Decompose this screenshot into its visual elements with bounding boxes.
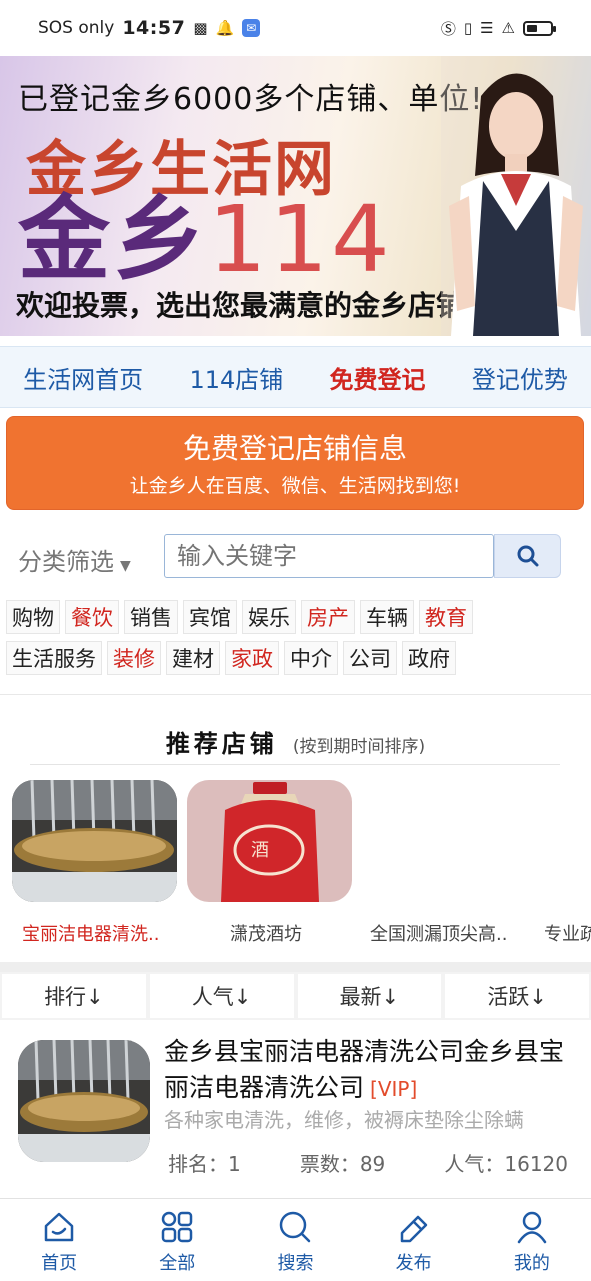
battery-icon [523, 20, 556, 36]
category-real-estate[interactable]: 房产 [301, 600, 355, 634]
nav-home-link[interactable]: 生活网首页 [23, 360, 143, 395]
search-bar: 分类筛选 ▼ [0, 534, 591, 580]
shop-stats: 排名：1 票数：89 人气：16120 [168, 1148, 568, 1177]
nav-shops-link[interactable]: 114店铺 [189, 360, 283, 395]
banner-slogan: 欢迎投票，选出您最满意的金乡店铺! [16, 289, 477, 322]
divider [30, 764, 560, 765]
category-life-services[interactable]: 生活服务 [6, 641, 102, 675]
divider [0, 694, 591, 695]
message-icon: ✉ [242, 19, 261, 37]
edit-icon [400, 1215, 427, 1243]
recommended-shop-name[interactable]: 全国测漏顶尖高.. [370, 920, 507, 946]
user-icon [517, 1211, 547, 1244]
banner-headline: 已登记金乡6000多个店铺、单位! [18, 82, 484, 117]
category-filter-dropdown[interactable]: 分类筛选 ▼ [18, 542, 131, 577]
search-button[interactable] [494, 534, 561, 578]
recommended-title: 推荐店铺 [165, 730, 278, 758]
nav-advantages-link[interactable]: 登记优势 [472, 360, 568, 395]
category-hotel[interactable]: 宾馆 [183, 600, 237, 634]
sort-popularity-tab[interactable]: 人气↓ [149, 974, 294, 1018]
shop-title[interactable]: 金乡县宝丽洁电器清洗公司金乡县宝丽洁电器清洗公司 [VIP] [164, 1034, 574, 1107]
recommended-shop-name[interactable]: 专业疏 [544, 920, 591, 946]
recommended-header: 推荐店铺 (按到期时间排序) [0, 724, 591, 759]
register-title: 免费登记店铺信息 [182, 432, 407, 465]
section-gap [0, 962, 591, 972]
vip-badge: [VIP] [370, 1077, 418, 1101]
grid-icon [162, 1211, 193, 1243]
tab-home[interactable]: 首页 [14, 1199, 104, 1281]
top-nav: 生活网首页 114店铺 免费登记 登记优势 [0, 346, 591, 408]
search-icon [280, 1211, 311, 1243]
banner-model-image [441, 56, 591, 336]
home-icon [44, 1212, 74, 1242]
category-renovation[interactable]: 装修 [107, 641, 161, 675]
category-building-materials[interactable]: 建材 [166, 641, 220, 675]
shop-thumbnail [18, 1040, 150, 1162]
category-shopping[interactable]: 购物 [6, 600, 60, 634]
sort-tabs: 排行↓ 人气↓ 最新↓ 活跃↓ [0, 972, 591, 1020]
alert-icon: ⚠ [501, 19, 515, 37]
shop-description: 各种家电清洗，维修，被褥床垫除尘除螨 [164, 1108, 524, 1132]
sort-rank-tab[interactable]: 排行↓ [2, 974, 146, 1018]
search-icon [517, 545, 538, 567]
shop-image: 酒 [187, 780, 352, 902]
search-input[interactable] [164, 534, 494, 578]
nav-free-register-link[interactable]: 免费登记 [330, 360, 426, 395]
category-dining[interactable]: 餐饮 [65, 600, 119, 634]
shop-votes: 票数：89 [299, 1152, 386, 1176]
shop-list-item[interactable]: 金乡县宝丽洁电器清洗公司金乡县宝丽洁电器清洗公司 [VIP] 各种家电清洗，维修，… [0, 1028, 591, 1198]
bottom-tab-bar: 首页 全部 搜索 发布 我的 [0, 1198, 591, 1281]
sort-active-tab[interactable]: 活跃↓ [445, 974, 589, 1018]
shop-image [12, 780, 177, 902]
carrier-text: SOS only [38, 18, 115, 38]
recommended-shop-card[interactable] [12, 780, 177, 902]
game-icon: ▩ [193, 19, 208, 37]
tab-mine[interactable]: 我的 [487, 1199, 577, 1281]
category-housekeeping[interactable]: 家政 [225, 641, 279, 675]
clock: 14:57 [122, 17, 186, 39]
register-subtitle: 让金乡人在百度、微信、生活网找到您! [129, 475, 461, 497]
tab-search[interactable]: 搜索 [250, 1199, 340, 1281]
recommended-shop-name[interactable]: 宝丽洁电器清洗.. [22, 920, 159, 946]
sort-newest-tab[interactable]: 最新↓ [297, 974, 442, 1018]
category-agency[interactable]: 中介 [284, 641, 338, 675]
tab-all[interactable]: 全部 [132, 1199, 222, 1281]
banner-brand: 金乡114 [18, 186, 393, 293]
category-company[interactable]: 公司 [343, 641, 397, 675]
bell-icon: 🔔 [215, 19, 235, 37]
caret-down-icon: ▼ [120, 558, 131, 574]
category-vehicles[interactable]: 车辆 [360, 600, 414, 634]
category-sales[interactable]: 销售 [124, 600, 178, 634]
category-government[interactable]: 政府 [402, 641, 456, 675]
recommended-subtitle: (按到期时间排序) [292, 737, 426, 757]
vibrate-icon: ▯ [463, 19, 473, 37]
nfc-icon: Ⓢ [440, 19, 456, 38]
promo-banner[interactable]: 已登记金乡6000多个店铺、单位! 金乡生活网 金乡114 欢迎投票，选出您最满… [0, 56, 591, 336]
category-entertainment[interactable]: 娱乐 [242, 600, 296, 634]
status-bar: SOS only 14:57 ▩ 🔔 ✉ Ⓢ ▯ ☰ ⚠ [0, 0, 591, 56]
tab-publish[interactable]: 发布 [369, 1199, 459, 1281]
shop-popularity: 人气：16120 [444, 1152, 568, 1176]
category-grid: 购物 餐饮 销售 宾馆 娱乐 房产 车辆 教育 生活服务 装修 建材 家政 中介… [6, 600, 586, 682]
recommended-shop-card[interactable]: 酒 [187, 780, 352, 902]
svg-text:酒: 酒 [251, 840, 269, 861]
shop-rank: 排名：1 [168, 1152, 241, 1176]
category-education[interactable]: 教育 [419, 600, 473, 634]
free-register-button[interactable]: 免费登记店铺信息 让金乡人在百度、微信、生活网找到您! [6, 416, 584, 510]
recommended-shop-name[interactable]: 潇茂酒坊 [230, 920, 302, 946]
wifi-icon: ☰ [480, 19, 494, 37]
